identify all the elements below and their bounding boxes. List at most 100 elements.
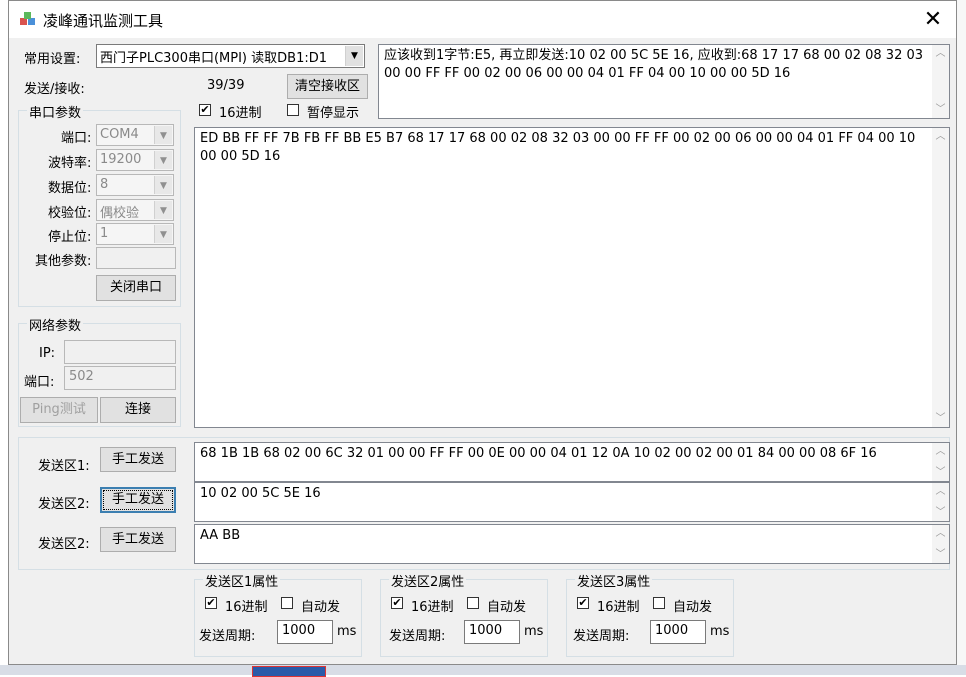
zone-1-unit: ms xyxy=(337,624,357,639)
taskbar-item[interactable] xyxy=(252,666,326,677)
zone-1-period-label: 发送周期: xyxy=(199,629,256,644)
net-port-label: 端口: xyxy=(24,375,55,390)
zone-2-hex-checkbox[interactable]: ✔ xyxy=(391,597,403,609)
zone-1-auto-checkbox[interactable] xyxy=(281,597,293,609)
zone-2-auto-label: 自动发 xyxy=(487,600,527,615)
send-zone-1-label: 发送区1: xyxy=(38,459,90,474)
send-zone-2-button[interactable]: 手工发送 xyxy=(100,487,176,513)
scroll-down-icon[interactable]: ﹀ xyxy=(932,546,949,563)
receive-text: ED BB FF FF 7B FB FF BB E5 B7 68 17 17 6… xyxy=(200,131,916,164)
scrollbar[interactable]: ︿ ﹀ xyxy=(932,483,949,521)
send-zone-1-button[interactable]: 手工发送 xyxy=(100,447,176,472)
common-settings-value: 西门子PLC300串口(MPI) 读取DB1:D1 xyxy=(100,51,327,66)
send-zone-1-textarea[interactable]: 68 1B 1B 68 02 00 6C 32 01 00 00 FF FF 0… xyxy=(194,442,950,482)
common-settings-label: 常用设置: xyxy=(24,52,81,67)
chevron-down-icon[interactable]: ▼ xyxy=(345,46,363,66)
ping-test-button[interactable]: Ping测试 xyxy=(20,397,98,423)
zone-2-unit: ms xyxy=(524,624,544,639)
parity-value: 偶校验 xyxy=(100,206,140,221)
send-zone-3-textarea[interactable]: AA BB ︿ ﹀ xyxy=(194,524,950,564)
app-icon xyxy=(20,12,35,25)
chevron-down-icon[interactable]: ▼ xyxy=(154,126,172,144)
zone-1-hex-checkbox[interactable]: ✔ xyxy=(205,597,217,609)
chevron-down-icon[interactable]: ▼ xyxy=(154,201,172,219)
stopbits-value: 1 xyxy=(100,226,109,241)
scroll-down-icon[interactable]: ﹀ xyxy=(932,504,949,521)
scrollbar[interactable]: ︿ ﹀ xyxy=(932,45,949,118)
receive-textarea[interactable]: ED BB FF FF 7B FB FF BB E5 B7 68 17 17 6… xyxy=(194,127,950,428)
clear-receive-button[interactable]: 清空接收区 xyxy=(287,74,368,99)
databits-value: 8 xyxy=(100,177,109,192)
send-zone-1-text: 68 1B 1B 68 02 00 6C 32 01 00 00 FF FF 0… xyxy=(200,446,877,461)
ip-label: IP: xyxy=(39,346,56,361)
zone-1-props-group: 发送区1属性 xyxy=(194,571,362,657)
zone-2-period-field[interactable]: 1000 xyxy=(464,620,520,644)
zone-3-auto-checkbox[interactable] xyxy=(653,597,665,609)
scroll-down-icon[interactable]: ﹀ xyxy=(932,410,949,427)
zone-3-props-group: 发送区3属性 xyxy=(566,571,734,657)
parity-label: 校验位: xyxy=(48,206,92,221)
stopbits-select[interactable]: 1 ▼ xyxy=(96,223,174,245)
baud-select[interactable]: 19200 ▼ xyxy=(96,149,174,171)
zone-3-props-legend: 发送区3属性 xyxy=(575,571,653,590)
zone-3-hex-checkbox[interactable]: ✔ xyxy=(577,597,589,609)
chevron-down-icon[interactable]: ▼ xyxy=(154,176,172,194)
scroll-down-icon[interactable]: ﹀ xyxy=(932,464,949,481)
app-window: 凌峰通讯监测工具 ✕ 常用设置: 西门子PLC300串口(MPI) 读取DB1:… xyxy=(8,0,957,665)
hex-checkbox[interactable]: ✔ xyxy=(199,104,211,116)
databits-label: 数据位: xyxy=(48,181,92,196)
zone-2-period-value: 1000 xyxy=(469,623,503,638)
zone-1-period-field[interactable]: 1000 xyxy=(277,620,333,644)
window-title: 凌峰通讯监测工具 xyxy=(43,12,164,30)
hex-label: 16进制 xyxy=(219,106,262,121)
scroll-up-icon[interactable]: ︿ xyxy=(932,483,949,500)
zone-2-period-label: 发送周期: xyxy=(389,629,446,644)
chevron-down-icon[interactable]: ▼ xyxy=(154,225,172,243)
zone-3-period-field[interactable]: 1000 xyxy=(650,620,706,644)
common-settings-select[interactable]: 西门子PLC300串口(MPI) 读取DB1:D1 ▼ xyxy=(96,44,365,68)
zone-2-props-legend: 发送区2属性 xyxy=(389,571,467,590)
taskbar xyxy=(0,665,966,677)
net-port-field[interactable]: 502 xyxy=(64,366,176,390)
send-zone-2-text: 10 02 00 5C 5E 16 xyxy=(200,486,321,501)
scrollbar[interactable]: ︿ ﹀ xyxy=(932,128,949,427)
title-bar: 凌峰通讯监测工具 ✕ xyxy=(9,1,956,38)
send-zone-2-textarea[interactable]: 10 02 00 5C 5E 16 ︿ ﹀ xyxy=(194,482,950,522)
other-params-field[interactable] xyxy=(96,247,176,269)
zone-1-hex-label: 16进制 xyxy=(225,600,268,615)
send-zone-2-label: 发送区2: xyxy=(38,497,90,512)
network-params-legend: 网络参数 xyxy=(27,315,84,334)
scrollbar[interactable]: ︿ ﹀ xyxy=(932,443,949,481)
scroll-up-icon[interactable]: ︿ xyxy=(932,128,949,145)
connect-button[interactable]: 连接 xyxy=(100,397,176,423)
close-port-button[interactable]: 关闭串口 xyxy=(96,275,176,301)
port-select[interactable]: COM4 ▼ xyxy=(96,124,174,146)
zone-1-props-legend: 发送区1属性 xyxy=(203,571,281,590)
ip-field[interactable] xyxy=(64,340,176,364)
chevron-down-icon[interactable]: ▼ xyxy=(154,151,172,169)
scrollbar[interactable]: ︿ ﹀ xyxy=(932,525,949,563)
scroll-up-icon[interactable]: ︿ xyxy=(932,45,949,62)
send-zone-3-label: 发送区2: xyxy=(38,537,90,552)
background-window-edge xyxy=(956,0,966,675)
baud-label: 波特率: xyxy=(48,156,92,171)
send-receive-label: 发送/接收: xyxy=(24,82,85,97)
parity-select[interactable]: 偶校验 ▼ xyxy=(96,199,174,221)
zone-3-hex-label: 16进制 xyxy=(597,600,640,615)
pause-display-label: 暂停显示 xyxy=(307,106,360,121)
net-port-value: 502 xyxy=(69,369,94,384)
send-receive-count: 39/39 xyxy=(207,78,245,93)
send-zone-3-button[interactable]: 手工发送 xyxy=(100,527,176,552)
scroll-up-icon[interactable]: ︿ xyxy=(932,443,949,460)
scroll-up-icon[interactable]: ︿ xyxy=(932,525,949,542)
zone-2-auto-checkbox[interactable] xyxy=(467,597,479,609)
port-label: 端口: xyxy=(61,131,92,146)
baud-value: 19200 xyxy=(100,152,142,167)
close-icon[interactable]: ✕ xyxy=(910,1,956,38)
scroll-down-icon[interactable]: ﹀ xyxy=(932,101,949,118)
databits-select[interactable]: 8 ▼ xyxy=(96,174,174,196)
pause-display-checkbox[interactable] xyxy=(287,104,299,116)
zone-2-hex-label: 16进制 xyxy=(411,600,454,615)
zone-1-auto-label: 自动发 xyxy=(301,600,341,615)
expected-info-textarea[interactable]: 应该收到1字节:E5, 再立即发送:10 02 00 5C 5E 16, 应收到… xyxy=(378,44,950,119)
